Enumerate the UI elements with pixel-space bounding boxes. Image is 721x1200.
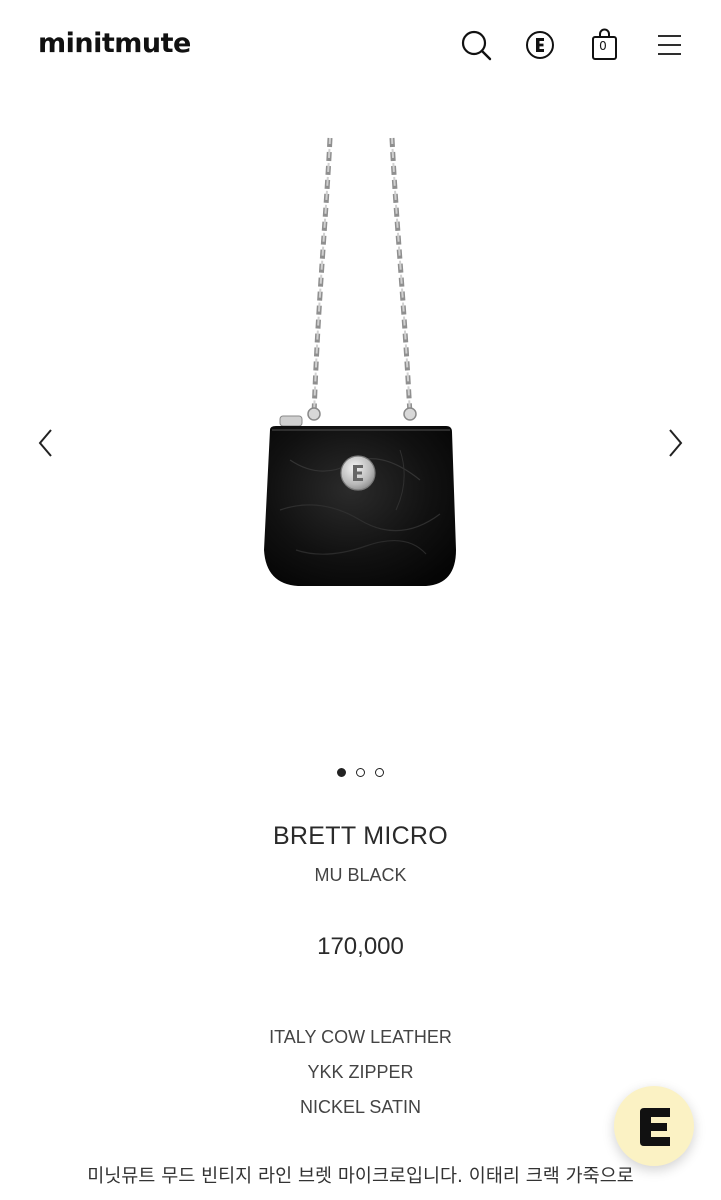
cart-icon[interactable]: 0 xyxy=(590,28,620,62)
search-icon[interactable] xyxy=(459,28,493,62)
brand-e-icon[interactable] xyxy=(524,28,558,62)
carousel-dot-3[interactable] xyxy=(375,768,384,777)
product-image-carousel[interactable] xyxy=(0,96,721,756)
brand-logo[interactable]: minitmute xyxy=(38,28,191,59)
menu-icon[interactable] xyxy=(655,28,689,62)
product-spec-zipper: YKK ZIPPER xyxy=(307,1062,414,1082)
chat-e-icon xyxy=(640,1108,670,1146)
right-chain xyxy=(389,137,413,416)
cart-count: 0 xyxy=(599,39,607,53)
product-description: 미닛뮤트 무드 빈티지 라인 브렛 마이크로입니다. 이태리 크랙 가죽으로 xyxy=(87,1166,634,1187)
product-spec-hardware: NICKEL SATIN xyxy=(299,1097,422,1117)
carousel-dot-2[interactable] xyxy=(356,768,365,777)
chevron-right-icon[interactable] xyxy=(663,426,687,460)
product-image xyxy=(200,130,520,610)
carousel-pagination xyxy=(0,768,721,784)
product-color: MU BLACK xyxy=(314,865,407,885)
product-name: BRETT MICRO xyxy=(272,822,449,850)
left-chain xyxy=(311,137,333,416)
chevron-left-icon[interactable] xyxy=(34,426,58,460)
product-spec-material: ITALY COW LEATHER xyxy=(269,1027,452,1047)
chat-widget-button[interactable] xyxy=(614,1086,694,1166)
site-header: minitmute 0 xyxy=(0,0,721,92)
product-price: 170,000 xyxy=(317,933,404,960)
carousel-dot-1[interactable] xyxy=(337,768,346,777)
